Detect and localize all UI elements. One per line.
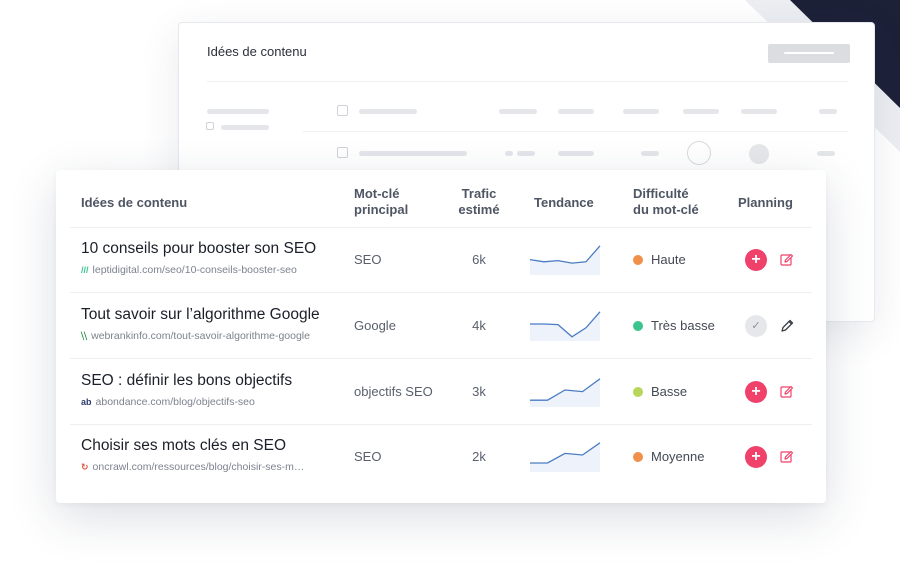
edit-icon[interactable] [779, 384, 795, 400]
difficulty-dot [633, 320, 643, 331]
difficulty-cell: Très basse [633, 318, 715, 333]
add-to-planning-button[interactable]: + [745, 249, 767, 271]
traffic-cell: 4k [472, 318, 486, 333]
keyword-cell: objectifs SEO [354, 384, 433, 399]
trend-area [530, 378, 600, 407]
site-favicon-icon: ↻ [81, 461, 89, 472]
add-to-planning-button[interactable]: + [745, 381, 767, 403]
placeholder-checkbox [337, 105, 348, 116]
site-favicon-icon: ab [81, 397, 92, 407]
traffic-cell: 2k [472, 449, 486, 464]
difficulty-cell: Moyenne [633, 449, 704, 464]
background-card-title: Idées de contenu [207, 44, 307, 59]
difficulty-cell: Haute [633, 252, 686, 267]
difficulty-dot [633, 451, 643, 462]
table-row[interactable]: Tout savoir sur l’algorithme Google ⧹⧹ web… [56, 293, 826, 359]
keyword-cell: SEO [354, 252, 382, 267]
trend-area [530, 442, 600, 472]
header-idea: Idées de contenu [81, 195, 188, 210]
header-keyword: Mot-clé principal [354, 186, 409, 217]
trend-sparkline [530, 311, 601, 341]
idea-title[interactable]: 10 conseils pour booster son SEO [81, 240, 316, 258]
trend-sparkline [529, 245, 601, 275]
edit-icon[interactable] [779, 449, 795, 465]
header-planning: Planning [738, 195, 793, 210]
add-to-planning-button[interactable]: + [745, 446, 767, 468]
trend-sparkline [530, 442, 601, 472]
difficulty-cell: Basse [633, 384, 687, 399]
content-ideas-table: Idées de contenu Mot-clé principal Trafic… [56, 170, 826, 503]
idea-url[interactable]: ↻ oncrawl.com/ressources/blog/choisir-ses… [81, 461, 304, 473]
trend-sparkline [530, 378, 601, 407]
difficulty-dot [633, 254, 643, 265]
idea-title[interactable]: SEO : définir les bons objectifs [81, 372, 292, 390]
traffic-cell: 6k [472, 252, 486, 267]
idea-url[interactable]: ///leptidigital.com/seo/10-conseils-boos… [81, 264, 297, 276]
table-row[interactable]: SEO : définir les bons objectifs ab abonda… [56, 359, 826, 425]
header-difficulty: Difficulté du mot-clé [633, 186, 699, 217]
header-trend: Tendance [534, 195, 594, 210]
trend-area [530, 245, 600, 275]
edit-icon[interactable] [779, 318, 795, 334]
planned-check-button[interactable]: ✓ [745, 315, 767, 337]
edit-icon[interactable] [779, 252, 795, 268]
keyword-cell: Google [354, 318, 396, 333]
idea-url[interactable]: ⧹⧹ webrankinfo.com/tout-savoir-algorithme… [81, 330, 310, 342]
background-card-button[interactable] [768, 44, 850, 63]
table-row[interactable]: 10 conseils pour booster son SEO ///lepti… [56, 227, 826, 293]
idea-title[interactable]: Choisir ses mots clés en SEO [81, 437, 286, 455]
idea-title[interactable]: Tout savoir sur l’algorithme Google [81, 306, 320, 324]
keyword-cell: SEO [354, 449, 382, 464]
site-favicon-icon: /// [81, 265, 89, 275]
table-row[interactable]: Choisir ses mots clés en SEO ↻ oncrawl.com… [56, 424, 826, 490]
site-favicon-icon: ⧹⧹ [81, 330, 88, 341]
header-traffic: Trafic estimé [458, 186, 500, 217]
traffic-cell: 3k [472, 384, 486, 399]
idea-url[interactable]: ab abondance.com/blog/objectifs-seo [81, 396, 255, 408]
difficulty-dot [633, 386, 643, 397]
trend-area [530, 311, 600, 341]
